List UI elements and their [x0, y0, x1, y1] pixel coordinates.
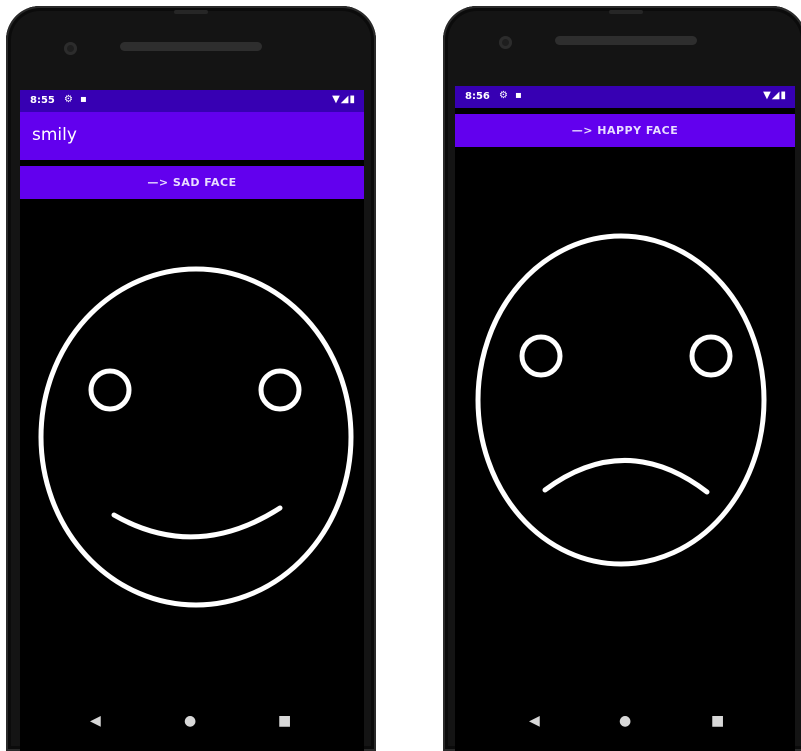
- sd-card-icon: ▪: [80, 94, 87, 105]
- back-icon[interactable]: ◀: [90, 713, 101, 729]
- status-bar: 8:56 ⚙ ▪ ▼◢▮: [455, 86, 795, 108]
- front-camera: [499, 36, 512, 49]
- app-bar: smily: [20, 112, 364, 160]
- battery-icon: ▮: [780, 90, 787, 101]
- system-icons: ▼◢▮: [763, 90, 787, 101]
- smile-mouth: [111, 505, 283, 540]
- sad-face-button[interactable]: —> SAD FACE: [20, 166, 364, 199]
- sd-card-icon: ▪: [515, 90, 522, 101]
- battery-icon: ▮: [349, 94, 356, 105]
- gear-icon: ⚙: [499, 90, 508, 101]
- system-icons: ▼◢▮: [332, 94, 356, 105]
- left-eye: [88, 368, 132, 412]
- app-screen: 8:55 ⚙ ▪ ▼◢▮ smily —> SAD FACE ◀ ● ■: [20, 90, 364, 751]
- earpiece-speaker: [555, 36, 697, 45]
- front-camera: [64, 42, 77, 55]
- frown-mouth: [542, 458, 710, 495]
- face-outline: [475, 233, 767, 567]
- recents-icon[interactable]: ■: [278, 713, 291, 729]
- home-icon[interactable]: ●: [619, 713, 631, 729]
- sad-face: [475, 233, 767, 567]
- top-notch: [174, 10, 208, 14]
- recents-icon[interactable]: ■: [711, 713, 724, 729]
- face-outline: [38, 266, 354, 608]
- right-eye: [258, 368, 302, 412]
- app-title: smily: [32, 125, 77, 145]
- earpiece-speaker: [120, 42, 262, 51]
- wifi-icon: ▼: [332, 94, 341, 105]
- right-eye: [689, 334, 733, 378]
- navigation-bar: ◀ ● ■: [20, 707, 364, 737]
- top-notch: [609, 10, 643, 14]
- navigation-bar: ◀ ● ■: [455, 707, 795, 737]
- phone-right: 8:56 ⚙ ▪ ▼◢▮ —> HAPPY FACE ◀ ● ■: [443, 6, 801, 751]
- phone-left: 8:55 ⚙ ▪ ▼◢▮ smily —> SAD FACE ◀ ● ■: [6, 6, 376, 751]
- status-time: 8:56: [465, 91, 490, 102]
- wifi-icon: ▼: [763, 90, 772, 101]
- back-icon[interactable]: ◀: [529, 713, 540, 729]
- happy-face-button[interactable]: —> HAPPY FACE: [455, 114, 795, 147]
- left-eye: [519, 334, 563, 378]
- home-icon[interactable]: ●: [184, 713, 196, 729]
- gear-icon: ⚙: [64, 94, 73, 105]
- app-screen: 8:56 ⚙ ▪ ▼◢▮ —> HAPPY FACE ◀ ● ■: [455, 86, 795, 751]
- status-time: 8:55: [30, 95, 55, 106]
- status-bar: 8:55 ⚙ ▪ ▼◢▮: [20, 90, 364, 112]
- happy-face: [38, 266, 354, 608]
